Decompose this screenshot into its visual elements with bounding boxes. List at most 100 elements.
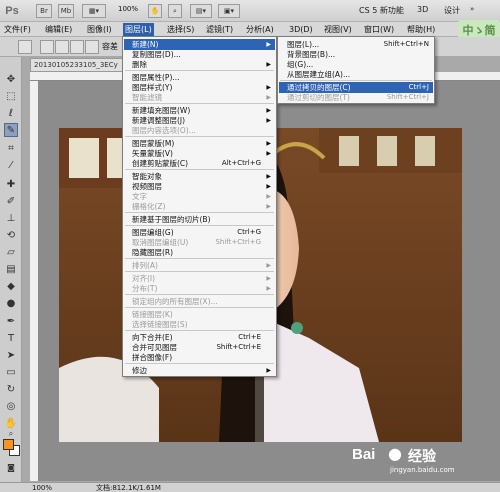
layer-menu-item: 智能滤镜 ▶ bbox=[124, 92, 275, 103]
layer-menu-item: 排列(A) ▶ bbox=[124, 260, 275, 271]
zoom-tool-button[interactable]: ⌕ bbox=[168, 4, 182, 18]
layer-menu-item-label: 隐藏图层(R) bbox=[132, 248, 174, 257]
subtract-selection-icon[interactable] bbox=[70, 40, 84, 54]
menu-select[interactable]: 选择(S) bbox=[165, 23, 196, 36]
3d-orbit-tool-icon[interactable]: ◎ bbox=[4, 400, 18, 414]
gradient-tool-icon[interactable]: ▤ bbox=[4, 263, 18, 277]
menu-3d[interactable]: 3D(D) bbox=[287, 23, 315, 36]
path-selection-tool-icon[interactable]: ➤ bbox=[4, 349, 18, 363]
move-tool-icon[interactable]: ✥ bbox=[4, 73, 18, 87]
status-zoom[interactable]: 100% bbox=[32, 483, 52, 492]
layer-menu-item: 锁定组内的所有图层(X)... bbox=[124, 296, 275, 307]
bridge-button[interactable]: Br bbox=[36, 4, 52, 18]
magic-wand-preset-icon[interactable] bbox=[18, 40, 32, 54]
arrange-icon: ▤▾ bbox=[195, 7, 207, 15]
layer-menu-item[interactable]: 创建剪贴蒙版(C) Alt+Ctrl+G bbox=[124, 158, 275, 169]
submenu-arrow-icon: ▶ bbox=[266, 262, 271, 269]
workspace-menu-arrow[interactable]: » bbox=[470, 5, 474, 13]
menu-separator bbox=[125, 307, 274, 308]
baidu-brand: Bai bbox=[352, 446, 376, 463]
layer-menu-item-label: 链接图层(K) bbox=[132, 310, 173, 319]
clone-stamp-tool-icon[interactable]: ⊥ bbox=[4, 212, 18, 226]
grid-icon: ▦▾ bbox=[88, 7, 100, 15]
new-submenu-item: 通过剪切的图层(T) Shift+Ctrl+J bbox=[279, 92, 433, 103]
healing-brush-tool-icon[interactable]: ✚ bbox=[4, 178, 18, 192]
layer-menu-item[interactable]: 拼合图像(F) bbox=[124, 352, 275, 363]
menu-analysis[interactable]: 分析(A) bbox=[244, 23, 276, 36]
marquee-tool-icon[interactable]: ⬚ bbox=[4, 90, 18, 104]
intersect-selection-icon[interactable] bbox=[85, 40, 99, 54]
layer-menu-item-label: 创建剪贴蒙版(C) bbox=[132, 159, 189, 168]
tools-panel: ✥ ⬚ ℓ ✎ ⌗ ⁄ ✚ ✐ ⊥ ⟲ ▱ ▤ ◆ ● ✒ T ➤ ▭ ↻ ◎ … bbox=[0, 57, 22, 482]
hand-icon: ✋ bbox=[150, 7, 160, 15]
layer-menu-item[interactable]: 隐藏图层(R) bbox=[124, 247, 275, 258]
new-submenu-item-label: 从图层建立组(A)... bbox=[287, 70, 351, 79]
new-selection-icon[interactable] bbox=[40, 40, 54, 54]
layer-menu-item[interactable]: 删除 ▶ bbox=[124, 59, 275, 70]
quick-mask-icon[interactable]: ◙ bbox=[4, 461, 18, 475]
new-submenu-item[interactable]: 从图层建立组(A)... bbox=[279, 69, 433, 80]
workspace-cs5-new-features[interactable]: CS 5 新功能 bbox=[359, 5, 404, 16]
menu-filter[interactable]: 滤镜(T) bbox=[204, 23, 235, 36]
zoom-level-dropdown[interactable]: 100% bbox=[118, 5, 138, 13]
menu-separator bbox=[125, 225, 274, 226]
menu-separator bbox=[125, 103, 274, 104]
arrange-documents-button[interactable]: ▤▾ bbox=[190, 4, 212, 18]
workspace-3d[interactable]: 3D bbox=[417, 5, 428, 14]
layer-menu-item-label: 复制图层(D)... bbox=[132, 50, 181, 59]
menu-image[interactable]: 图像(I) bbox=[85, 23, 114, 36]
layer-menu-item-label: 智能对象 bbox=[132, 172, 162, 181]
type-tool-icon[interactable]: T bbox=[4, 332, 18, 346]
layer-menu-item: 分布(T) ▶ bbox=[124, 283, 275, 294]
layer-menu-item-label: 新建(N) bbox=[132, 40, 159, 49]
menu-separator bbox=[280, 80, 432, 81]
menu-separator bbox=[125, 294, 274, 295]
menu-help[interactable]: 帮助(H) bbox=[405, 23, 437, 36]
view-extras-button[interactable]: ▦▾ bbox=[82, 4, 106, 18]
layer-menu-item[interactable]: 新建基于图层的切片(B) bbox=[124, 214, 275, 225]
lasso-tool-icon[interactable]: ℓ bbox=[4, 107, 18, 121]
new-submenu-item-label: 通过拷贝的图层(C) bbox=[287, 83, 351, 92]
menu-layer[interactable]: 图层(L) bbox=[123, 23, 154, 36]
pen-tool-icon[interactable]: ✒ bbox=[4, 315, 18, 329]
menu-view[interactable]: 视图(V) bbox=[322, 23, 354, 36]
eraser-tool-icon[interactable]: ▱ bbox=[4, 246, 18, 260]
hand-tool-button[interactable]: ✋ bbox=[148, 4, 162, 18]
menu-separator bbox=[125, 363, 274, 364]
menu-edit[interactable]: 编辑(E) bbox=[43, 23, 74, 36]
submenu-arrow-icon: ▶ bbox=[266, 61, 271, 68]
workspace-design[interactable]: 设计 bbox=[444, 5, 460, 16]
3d-rotate-tool-icon[interactable]: ↻ bbox=[4, 383, 18, 397]
menu-window[interactable]: 窗口(W) bbox=[362, 23, 396, 36]
layer-menu-item-label: 向下合并(E) bbox=[132, 333, 173, 342]
layer-menu-item-label: 图层属性(P)... bbox=[132, 73, 180, 82]
layer-menu-item-label: 文字 bbox=[132, 192, 147, 201]
layer-menu-item-label: 分布(T) bbox=[132, 284, 158, 293]
shape-tool-icon[interactable]: ▭ bbox=[4, 366, 18, 380]
layer-menu-item-shortcut: Alt+Ctrl+G bbox=[221, 159, 261, 167]
screen-mode-button[interactable]: ▣▾ bbox=[218, 4, 240, 18]
history-brush-tool-icon[interactable]: ⟲ bbox=[4, 229, 18, 243]
new-submenu-item-label: 组(G)... bbox=[287, 60, 314, 69]
dodge-tool-icon[interactable]: ● bbox=[4, 297, 18, 311]
mini-bridge-button[interactable]: Mb bbox=[58, 4, 74, 18]
menu-separator bbox=[125, 70, 274, 71]
crop-tool-icon[interactable]: ⌗ bbox=[4, 142, 18, 156]
layer-menu-item-label: 锁定组内的所有图层(X)... bbox=[132, 297, 218, 306]
quick-selection-tool-icon[interactable]: ✎ bbox=[4, 123, 18, 137]
new-submenu-item-shortcut: Shift+Ctrl+J bbox=[386, 93, 429, 101]
layer-menu-dropdown: 新建(N) ▶ 复制图层(D)... 删除 ▶ 图层属性(P)... 图层样式(Y) ▶ 智能滤… bbox=[122, 36, 277, 377]
menu-file[interactable]: 文件(F) bbox=[2, 23, 33, 36]
add-selection-icon[interactable] bbox=[55, 40, 69, 54]
layer-menu-item[interactable]: 修边 ▶ bbox=[124, 365, 275, 376]
brush-tool-icon[interactable]: ✐ bbox=[4, 195, 18, 209]
foreground-color-swatch[interactable] bbox=[3, 439, 14, 450]
layer-menu-item-label: 栅格化(Z) bbox=[132, 202, 166, 211]
layer-menu-item-label: 矢量蒙版(V) bbox=[132, 149, 173, 158]
blur-tool-icon[interactable]: ◆ bbox=[4, 280, 18, 294]
menu-separator bbox=[125, 271, 274, 272]
tolerance-label: 容差 bbox=[102, 42, 118, 51]
application-bar: Ps Br Mb ▦▾ 100% ✋ ⌕ ▤▾ ▣▾ CS 5 新功能 3D 设… bbox=[0, 0, 500, 22]
menu-separator bbox=[125, 330, 274, 331]
eyedropper-tool-icon[interactable]: ⁄ bbox=[4, 159, 18, 173]
